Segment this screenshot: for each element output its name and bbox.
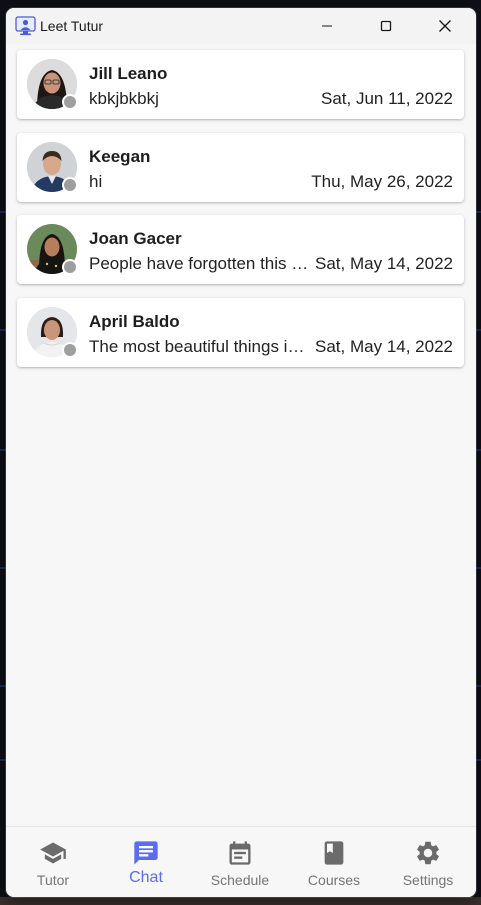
avatar-container	[27, 59, 78, 110]
message-preview: kbkjbkbkj	[89, 89, 159, 108]
contact-name: April Baldo	[89, 312, 180, 331]
message-date: Sat, Jun 11, 2022	[320, 89, 453, 108]
contact-name: Keegan	[89, 147, 151, 166]
chat-list-item[interactable]: Keegan hi Thu, May 26, 2022	[17, 133, 464, 202]
nav-label: Courses	[307, 872, 361, 888]
nav-label: Settings	[402, 872, 454, 888]
app-window: Leet Tutur Jill Leano kbkjbkbkj Sat, Jun…	[6, 8, 476, 897]
minimize-button[interactable]	[304, 8, 350, 44]
app-logo-icon	[15, 16, 36, 36]
nav-tab-schedule[interactable]: Schedule	[193, 827, 287, 897]
maximize-icon	[380, 20, 392, 32]
nav-tab-chat[interactable]: Chat	[99, 827, 193, 897]
status-indicator	[62, 177, 78, 193]
status-indicator	[62, 94, 78, 110]
status-indicator	[62, 259, 78, 275]
chat-bubble-icon	[134, 841, 158, 865]
status-indicator	[62, 342, 78, 358]
nav-label: Tutor	[36, 872, 70, 888]
calendar-icon	[229, 841, 251, 865]
minimize-icon	[322, 25, 332, 27]
nav-tab-courses[interactable]: Courses	[287, 827, 381, 897]
graduation-cap-icon	[40, 842, 66, 864]
title-bar[interactable]: Leet Tutur	[6, 8, 476, 44]
avatar-container	[27, 142, 78, 193]
message-date: Sat, May 14, 2022	[315, 254, 453, 273]
bottom-navigation: Tutor Chat Schedule Courses Settings	[6, 826, 476, 897]
message-date: Sat, May 14, 2022	[315, 337, 453, 356]
close-button[interactable]	[422, 8, 468, 44]
nav-label: Schedule	[210, 872, 270, 888]
chat-list-item[interactable]: Jill Leano kbkjbkbkj Sat, Jun 11, 2022	[17, 50, 464, 119]
window-title: Leet Tutur	[40, 18, 104, 34]
maximize-button[interactable]	[363, 8, 409, 44]
nav-label: Chat	[129, 869, 163, 886]
book-icon	[324, 841, 344, 865]
avatar-container	[27, 307, 78, 358]
chat-list-item[interactable]: Joan Gacer People have forgotten this … …	[17, 215, 464, 284]
contact-name: Joan Gacer	[89, 229, 182, 248]
nav-tab-tutor[interactable]: Tutor	[6, 827, 100, 897]
nav-tab-settings[interactable]: Settings	[381, 827, 475, 897]
avatar-container	[27, 224, 78, 275]
close-icon	[439, 20, 451, 32]
message-preview: hi	[89, 172, 103, 191]
chat-list-item[interactable]: April Baldo The most beautiful things i……	[17, 298, 464, 367]
message-preview: The most beautiful things i…	[89, 337, 305, 356]
message-preview: People have forgotten this …	[89, 254, 309, 273]
gear-icon	[417, 841, 439, 865]
message-date: Thu, May 26, 2022	[311, 172, 453, 191]
contact-name: Jill Leano	[89, 64, 168, 83]
